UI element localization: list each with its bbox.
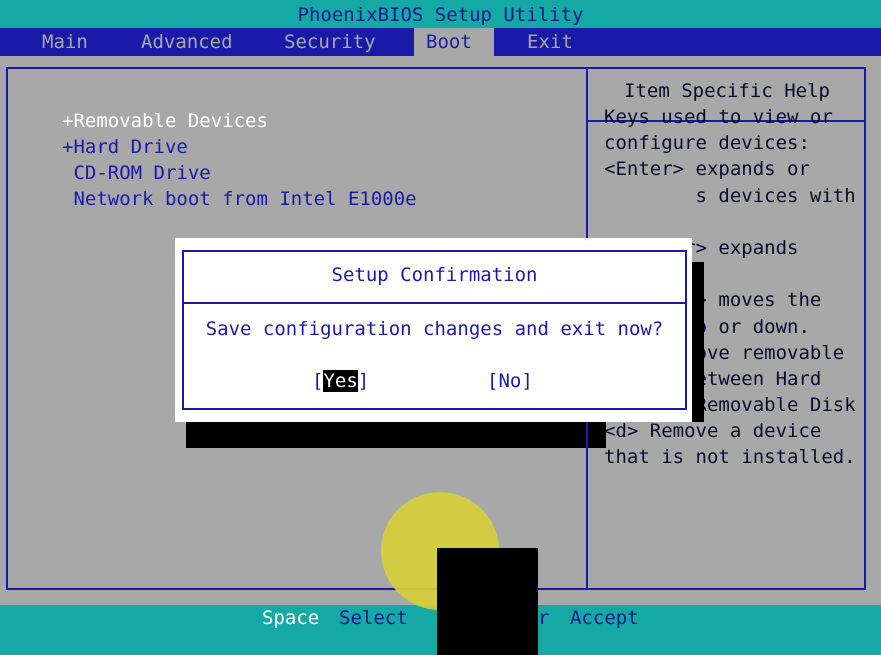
redaction-box (437, 548, 538, 655)
tab-security[interactable]: Security (272, 28, 388, 56)
help-line: configure devices: (604, 132, 810, 155)
select-label: Select (339, 607, 408, 629)
menu-bar: Main Advanced Security Boot Exit (0, 28, 881, 56)
yes-bracket-open: [ (312, 370, 324, 392)
help-line (604, 209, 866, 235)
setup-confirmation-dialog: Setup Confirmation Save configuration ch… (182, 250, 687, 410)
dialog-shadow-side (690, 262, 704, 422)
yes-bracket-close: ] (357, 370, 370, 392)
boot-item-cdrom-drive[interactable]: CD-ROM Drive (62, 160, 417, 186)
help-line: <d> Remove a device (604, 420, 822, 443)
tab-main[interactable]: Main (30, 28, 100, 56)
help-line: s devices with (604, 184, 856, 207)
help-line: Keys used to view or (604, 106, 833, 128)
space-key: Space (262, 607, 320, 629)
tab-boot[interactable]: Boot (414, 28, 494, 56)
dialog-title: Setup Confirmation (331, 264, 538, 286)
dialog-message: Save configuration changes and exit now? (205, 318, 664, 340)
boot-item-network-boot[interactable]: Network boot from Intel E1000e (62, 186, 416, 212)
dialog-shadow (186, 422, 586, 448)
boot-item-hard-drive[interactable]: +Hard Drive (62, 134, 417, 160)
partial-label: r (538, 607, 550, 629)
dialog-shadow-edge (588, 422, 606, 448)
accept-label: Accept (570, 607, 639, 629)
bios-title: PhoenixBIOS Setup Utility (297, 4, 584, 26)
dialog-separator (184, 302, 685, 304)
boot-order-list: +Removable Devices +Hard Drive CD-ROM Dr… (62, 108, 417, 212)
no-button[interactable]: [No] (487, 370, 533, 392)
help-line: <Enter> expands or (604, 158, 810, 181)
yes-label: Yes (323, 370, 358, 392)
help-line: that is not installed. (604, 446, 856, 469)
tab-advanced[interactable]: Advanced (129, 28, 245, 56)
yes-button[interactable]: [Yes] (312, 370, 369, 392)
boot-item-removable-devices[interactable]: +Removable Devices (62, 108, 417, 134)
help-title: Item Specific Help (624, 80, 830, 102)
bios-title-bar: PhoenixBIOS Setup Utility (0, 0, 881, 28)
tab-exit[interactable]: Exit (515, 28, 585, 56)
